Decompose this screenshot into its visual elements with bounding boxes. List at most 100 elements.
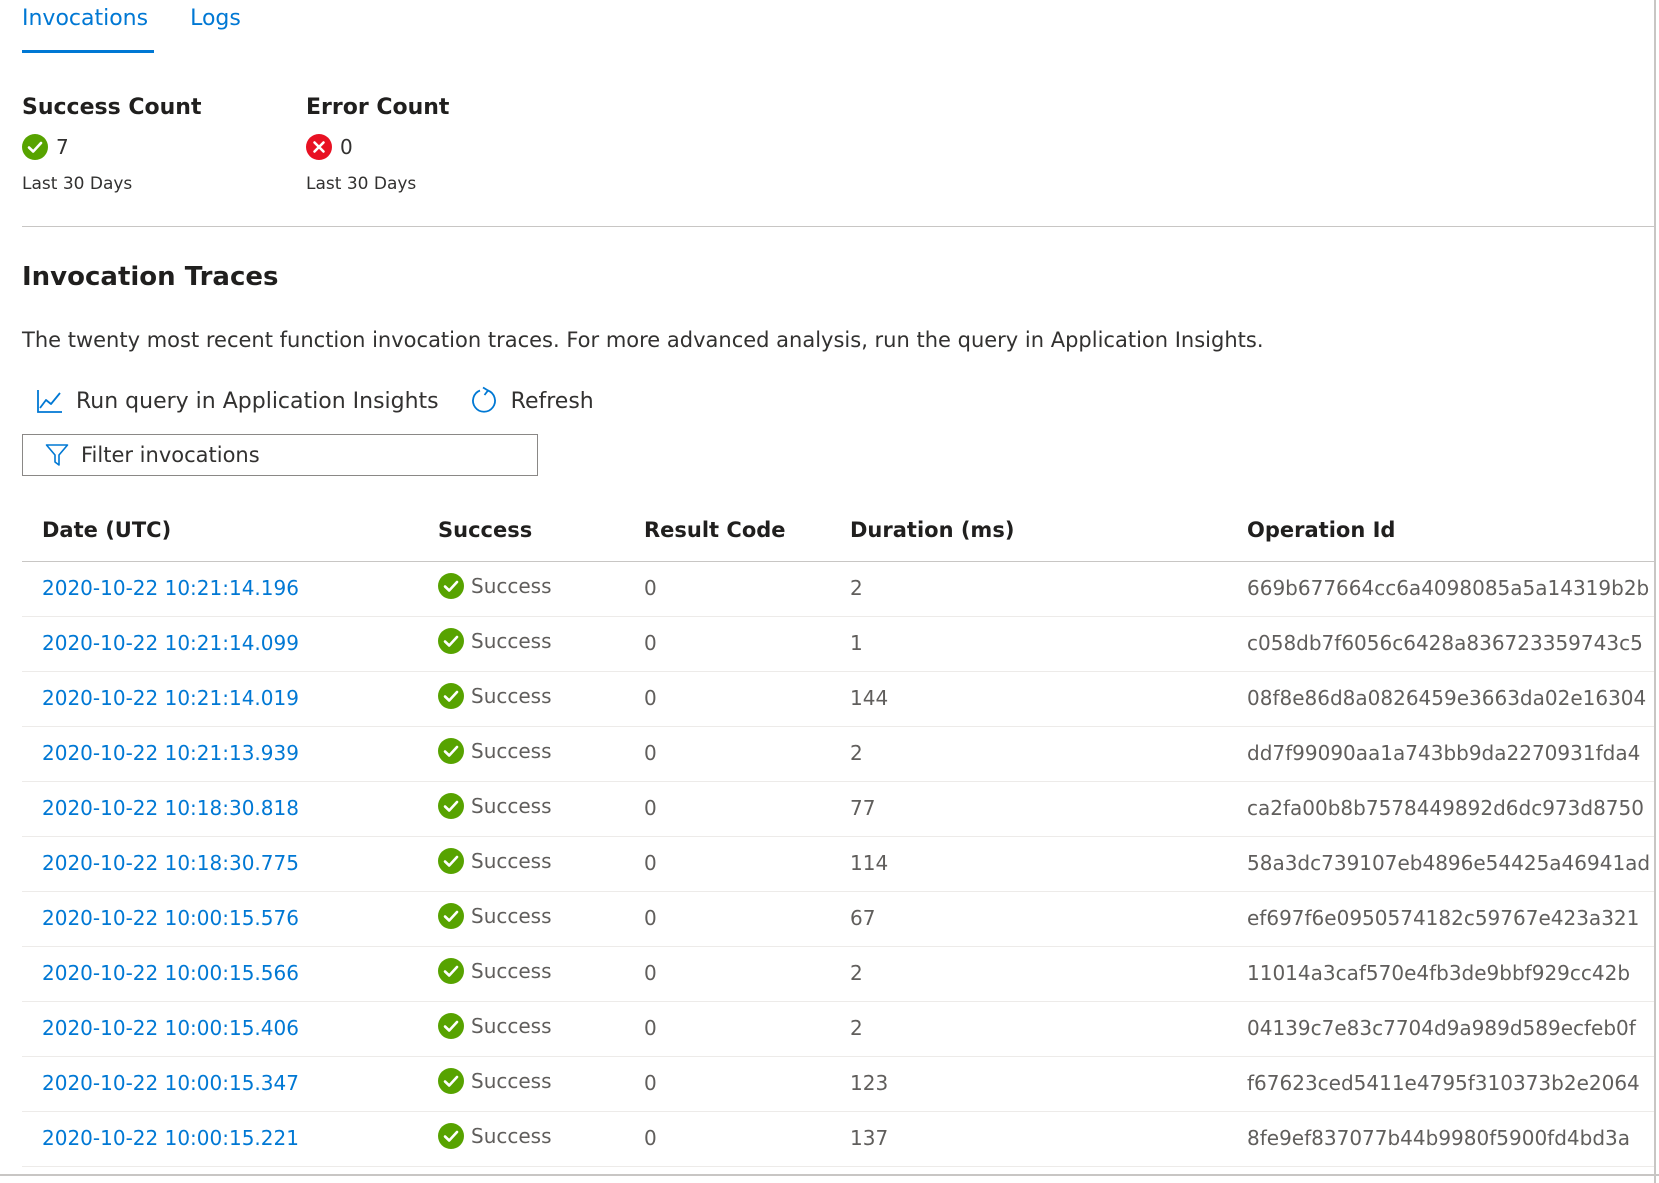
result-code-cell: 0 xyxy=(644,1071,657,1095)
column-header-operation-id[interactable]: Operation Id xyxy=(1247,518,1395,542)
tab-logs[interactable]: Logs xyxy=(190,0,241,56)
duration-cell: 1 xyxy=(850,631,863,655)
result-code-cell: 0 xyxy=(644,631,657,655)
filter-input[interactable] xyxy=(81,443,501,467)
operation-id-cell: 8fe9ef837077b44b9980f5900fd4bd3a xyxy=(1247,1126,1630,1150)
operation-id-cell: 04139c7e83c7704d9a989d589ecfeb0f xyxy=(1247,1016,1636,1040)
error-count-value: 0 xyxy=(340,135,353,159)
error-count-title: Error Count xyxy=(306,95,450,120)
operation-id-cell: 669b677664cc6a4098085a5a14319b2b xyxy=(1247,576,1650,600)
success-cell: Success xyxy=(438,793,552,819)
success-text: Success xyxy=(471,1069,552,1093)
success-text: Success xyxy=(471,739,552,763)
check-circle-icon xyxy=(22,134,48,160)
check-circle-icon xyxy=(438,1123,464,1149)
duration-cell: 123 xyxy=(850,1071,889,1095)
table-row[interactable]: 2020-10-22 10:00:15.576 Success 0 67 ef697f6… xyxy=(22,892,1654,947)
line-chart-icon xyxy=(37,390,62,413)
success-text: Success xyxy=(471,959,552,983)
refresh-button[interactable]: Refresh xyxy=(469,386,594,416)
date-link[interactable]: 2020-10-22 10:21:14.019 xyxy=(42,686,299,710)
success-cell: Success xyxy=(438,848,552,874)
section-title: Invocation Traces xyxy=(22,262,279,292)
check-circle-icon xyxy=(438,628,464,654)
success-count-card: Success Count 7 Last 30 Days xyxy=(22,94,201,194)
column-header-duration[interactable]: Duration (ms) xyxy=(850,518,1014,542)
result-code-cell: 0 xyxy=(644,741,657,765)
tab-invocations[interactable]: Invocations xyxy=(22,0,155,56)
operation-id-cell: ef697f6e0950574182c59767e423a321 xyxy=(1247,906,1640,930)
duration-cell: 114 xyxy=(850,851,889,875)
table-row[interactable]: 2020-10-22 10:21:14.019 Success 0 144 08f8e8… xyxy=(22,672,1654,727)
result-code-cell: 0 xyxy=(644,1126,657,1150)
operation-id-cell: 58a3dc739107eb4896e54425a46941ad xyxy=(1247,851,1651,875)
duration-cell: 137 xyxy=(850,1126,889,1150)
duration-cell: 2 xyxy=(850,741,863,765)
check-circle-icon xyxy=(438,958,464,984)
check-circle-icon xyxy=(438,573,464,599)
refresh-label: Refresh xyxy=(510,388,594,414)
success-text: Success xyxy=(471,574,552,598)
success-text: Success xyxy=(471,1014,552,1038)
window-border-bottom xyxy=(0,1174,1659,1176)
duration-cell: 2 xyxy=(850,961,863,985)
check-circle-icon xyxy=(438,903,464,929)
date-link[interactable]: 2020-10-22 10:21:13.939 xyxy=(42,741,299,765)
date-link[interactable]: 2020-10-22 10:21:14.099 xyxy=(42,631,299,655)
result-code-cell: 0 xyxy=(644,1016,657,1040)
operation-id-cell: 11014a3caf570e4fb3de9bbf929cc42b xyxy=(1247,961,1631,985)
column-header-success[interactable]: Success xyxy=(438,518,532,542)
date-link[interactable]: 2020-10-22 10:00:15.576 xyxy=(42,906,299,930)
success-text: Success xyxy=(471,1124,552,1148)
date-link[interactable]: 2020-10-22 10:00:15.347 xyxy=(42,1071,299,1095)
success-cell: Success xyxy=(438,573,552,599)
table-row[interactable]: 2020-10-22 10:00:15.566 Success 0 2 11014a3c… xyxy=(22,947,1654,1002)
date-link[interactable]: 2020-10-22 10:00:15.406 xyxy=(42,1016,299,1040)
operation-id-cell: 08f8e86d8a0826459e3663da02e16304 xyxy=(1247,686,1647,710)
filter-box[interactable] xyxy=(22,434,538,476)
success-text: Success xyxy=(471,629,552,653)
table-row[interactable]: 2020-10-22 10:00:15.221 Success 0 137 8fe9ef… xyxy=(22,1112,1654,1167)
table-row[interactable]: 2020-10-22 10:00:15.406 Success 0 2 04139c7e… xyxy=(22,1002,1654,1057)
refresh-icon xyxy=(471,386,496,413)
success-count-value: 7 xyxy=(56,135,69,159)
success-text: Success xyxy=(471,849,552,873)
duration-cell: 144 xyxy=(850,686,889,710)
error-circle-icon xyxy=(306,134,332,160)
date-link[interactable]: 2020-10-22 10:00:15.221 xyxy=(42,1126,299,1150)
success-cell: Success xyxy=(438,738,552,764)
duration-cell: 67 xyxy=(850,906,876,930)
operation-id-cell: dd7f99090aa1a743bb9da2270931fda4 xyxy=(1247,741,1641,765)
column-header-result-code[interactable]: Result Code xyxy=(644,518,786,542)
date-link[interactable]: 2020-10-22 10:00:15.566 xyxy=(42,961,299,985)
result-code-cell: 0 xyxy=(644,796,657,820)
date-link[interactable]: 2020-10-22 10:18:30.818 xyxy=(42,796,299,820)
table-row[interactable]: 2020-10-22 10:21:13.939 Success 0 2 dd7f9909… xyxy=(22,727,1654,782)
table-body: 2020-10-22 10:21:14.196 Success 0 2 669b6776… xyxy=(22,562,1654,1167)
result-code-cell: 0 xyxy=(644,686,657,710)
table-header: Date (UTC) Success Result Code Duration … xyxy=(22,508,1654,562)
operation-id-cell: ca2fa00b8b7578449892d6dc973d8750 xyxy=(1247,796,1644,820)
tab-bar: Invocations Logs xyxy=(22,0,283,56)
section-divider xyxy=(22,226,1654,227)
success-cell: Success xyxy=(438,903,552,929)
result-code-cell: 0 xyxy=(644,851,657,875)
table-row[interactable]: 2020-10-22 10:18:30.818 Success 0 77 ca2fa00… xyxy=(22,782,1654,837)
table-row[interactable]: 2020-10-22 10:21:14.099 Success 0 1 c058db7f… xyxy=(22,617,1654,672)
result-code-cell: 0 xyxy=(644,576,657,600)
table-row[interactable]: 2020-10-22 10:00:15.347 Success 0 123 f67623… xyxy=(22,1057,1654,1112)
table-row[interactable]: 2020-10-22 10:18:30.775 Success 0 114 58a3dc… xyxy=(22,837,1654,892)
date-link[interactable]: 2020-10-22 10:18:30.775 xyxy=(42,851,299,875)
duration-cell: 2 xyxy=(850,576,863,600)
column-header-date[interactable]: Date (UTC) xyxy=(42,518,171,542)
success-cell: Success xyxy=(438,1013,552,1039)
date-link[interactable]: 2020-10-22 10:21:14.196 xyxy=(42,576,299,600)
success-text: Success xyxy=(471,794,552,818)
success-cell: Success xyxy=(438,628,552,654)
check-circle-icon xyxy=(438,1068,464,1094)
check-circle-icon xyxy=(438,683,464,709)
table-row[interactable]: 2020-10-22 10:21:14.196 Success 0 2 669b6776… xyxy=(22,562,1654,617)
run-query-button[interactable]: Run query in Application Insights xyxy=(36,388,439,414)
check-circle-icon xyxy=(438,793,464,819)
duration-cell: 77 xyxy=(850,796,876,820)
